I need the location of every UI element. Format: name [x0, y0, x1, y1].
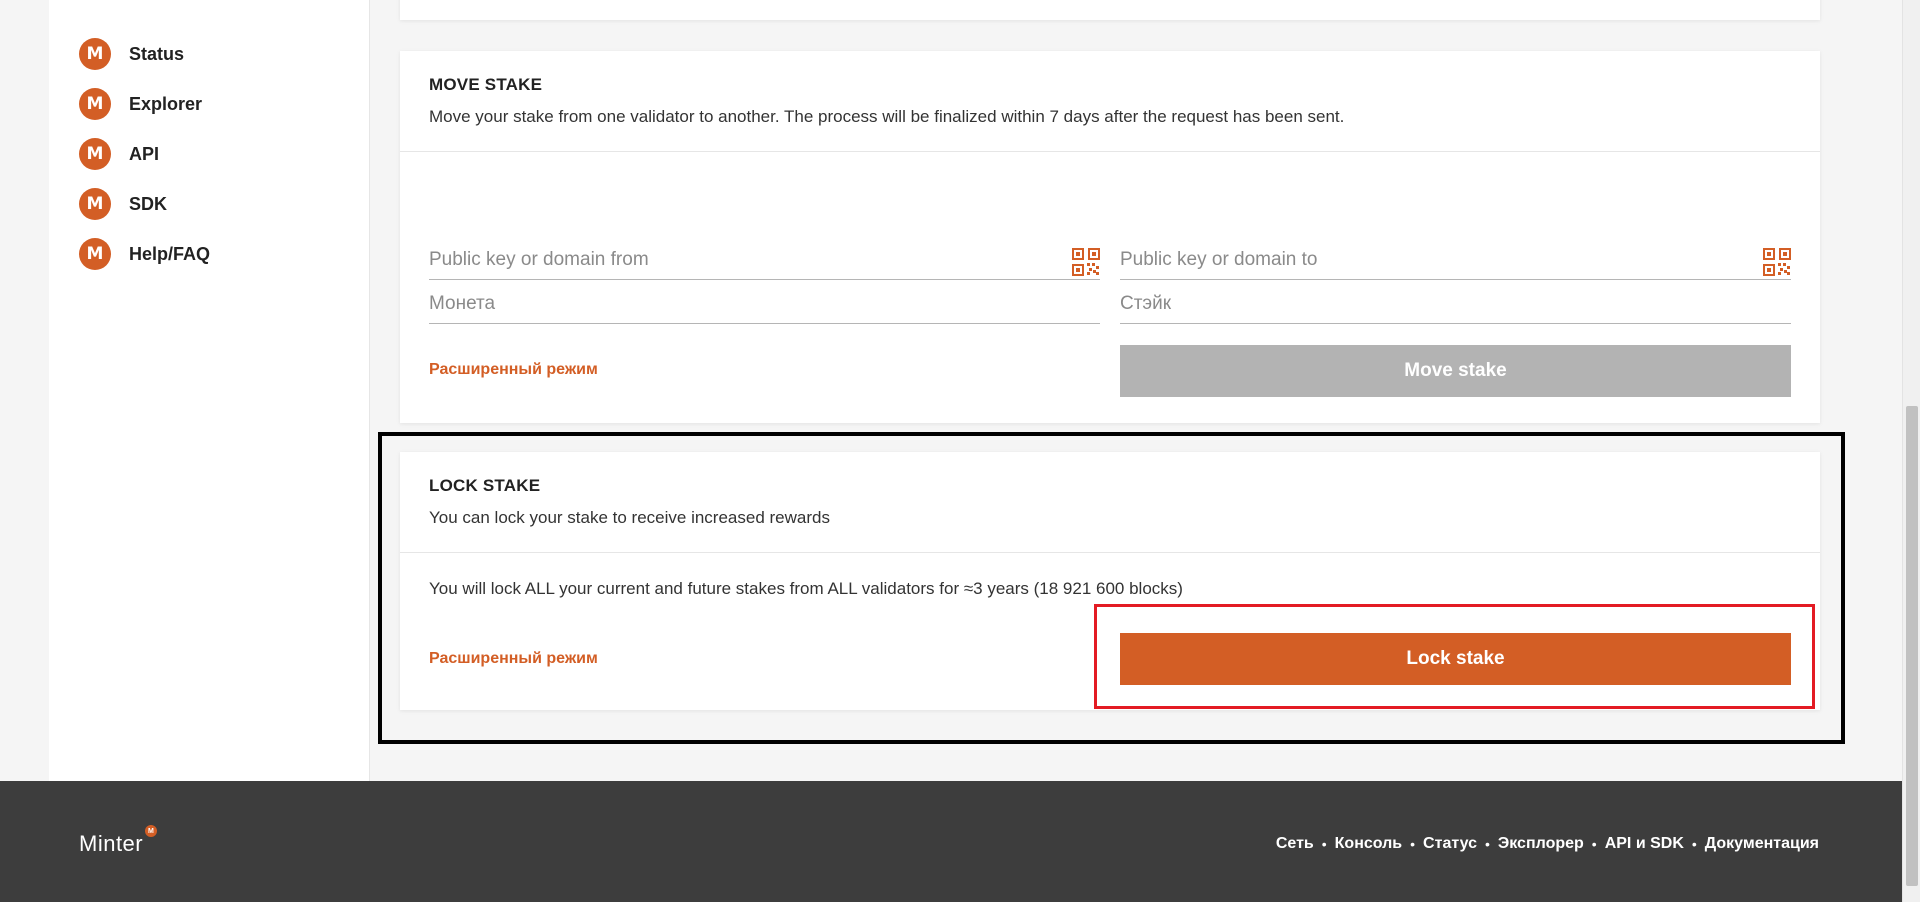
footer-link-console[interactable]: Консоль: [1335, 835, 1402, 853]
divider: [400, 151, 1820, 152]
separator-dot: •: [1321, 836, 1327, 852]
footer-nav: Сеть • Консоль • Статус • Эксплорер • AP…: [1276, 835, 1819, 853]
sidebar-item-label: SDK: [129, 193, 168, 214]
card-description: You can lock your stake to receive incre…: [429, 508, 830, 527]
minter-logo-icon: M: [79, 38, 111, 70]
lock-stake-button[interactable]: Lock stake: [1120, 633, 1791, 685]
previous-card: [400, 0, 1820, 20]
separator-dot: •: [1410, 836, 1416, 852]
sidebar-item-sdk[interactable]: M SDK: [79, 188, 167, 220]
minter-logo-icon: M: [79, 238, 111, 270]
qr-code-icon[interactable]: [1763, 248, 1791, 276]
lock-info-text: You will lock ALL your current and futur…: [429, 579, 1183, 598]
advanced-mode-link[interactable]: Расширенный режим: [429, 361, 598, 379]
minter-logo-icon: M: [79, 88, 111, 120]
public-key-to-field: [1120, 240, 1791, 280]
move-stake-card: MOVE STAKE Move your stake from one vali…: [400, 51, 1820, 423]
separator-dot: •: [1591, 836, 1597, 852]
public-key-to-input[interactable]: [1120, 248, 1791, 271]
card-title: MOVE STAKE: [429, 75, 543, 94]
separator-dot: •: [1484, 836, 1490, 852]
page: M Status M Explorer M API M SDK M Help/F…: [0, 0, 1920, 902]
coin-field: [429, 284, 1100, 324]
sidebar-item-label: API: [129, 143, 160, 164]
stake-input[interactable]: [1120, 292, 1791, 315]
footer-logo-text: Minter: [79, 831, 144, 856]
sidebar-item-api[interactable]: M API: [79, 138, 159, 170]
sidebar-item-status[interactable]: M Status: [79, 38, 184, 70]
footer-link-documentation[interactable]: Документация: [1705, 835, 1819, 853]
separator-dot: •: [1691, 836, 1697, 852]
sidebar-item-explorer[interactable]: M Explorer: [79, 88, 202, 120]
lock-stake-card: LOCK STAKE You can lock your stake to re…: [400, 452, 1820, 710]
sidebar-item-label: Explorer: [129, 93, 203, 114]
minter-logo-icon: M: [79, 138, 111, 170]
card-header: LOCK STAKE You can lock your stake to re…: [400, 452, 1820, 528]
footer: Minter M Сеть • Консоль • Статус • Экспл…: [0, 781, 1902, 902]
card-header: MOVE STAKE Move your stake from one vali…: [400, 51, 1820, 127]
public-key-from-field: [429, 240, 1100, 280]
footer-link-status[interactable]: Статус: [1423, 835, 1477, 853]
sidebar-item-help-faq[interactable]: M Help/FAQ: [79, 238, 210, 270]
sidebar: M Status M Explorer M API M SDK M Help/F…: [49, 0, 370, 781]
minter-logo-icon: M: [79, 188, 111, 220]
move-stake-button[interactable]: Move stake: [1120, 345, 1791, 397]
footer-link-api-sdk[interactable]: API и SDK: [1605, 835, 1684, 853]
card-title: LOCK STAKE: [429, 476, 541, 495]
qr-code-icon[interactable]: [1072, 248, 1100, 276]
footer-link-explorer[interactable]: Эксплорер: [1498, 835, 1584, 853]
footer-logo[interactable]: Minter M: [79, 825, 158, 857]
coin-input[interactable]: [429, 292, 1100, 315]
minter-logo-icon: M: [145, 825, 158, 837]
scrollbar-thumb[interactable]: [1906, 406, 1918, 886]
public-key-from-input[interactable]: [429, 248, 1100, 271]
card-description: Move your stake from one validator to an…: [429, 107, 1345, 126]
footer-link-network[interactable]: Сеть: [1276, 835, 1314, 853]
divider: [400, 552, 1820, 553]
advanced-mode-link[interactable]: Расширенный режим: [429, 650, 598, 668]
sidebar-item-label: Status: [129, 43, 185, 64]
stake-field: [1120, 284, 1791, 324]
vertical-scrollbar[interactable]: [1902, 0, 1920, 902]
sidebar-item-label: Help/FAQ: [129, 243, 211, 264]
